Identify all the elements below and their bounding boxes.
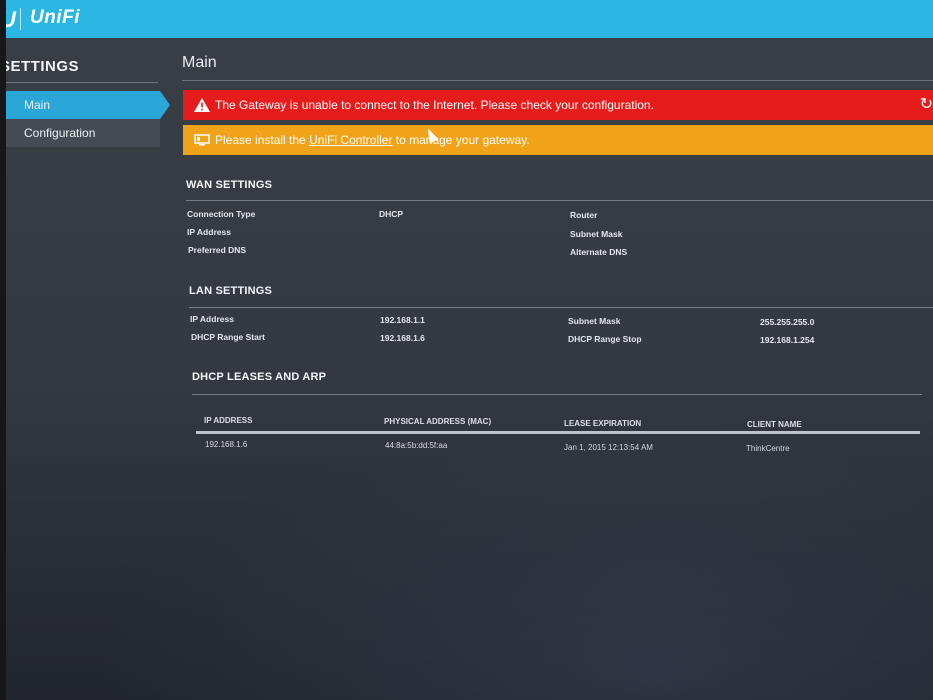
column-header-ip[interactable]: IP ADDRESS	[204, 416, 252, 425]
sidebar-item-label: Configuration	[24, 126, 96, 140]
wan-connection-type-label: Connection Type	[187, 209, 256, 219]
top-bar: U UniFi	[0, 0, 933, 38]
controller-icon	[193, 125, 211, 155]
sidebar-title: SETTINGS	[0, 58, 80, 75]
screen: U UniFi SETTINGS Main Configuration Main…	[0, 0, 933, 700]
page-title: Main	[182, 54, 217, 71]
warning-triangle-icon	[193, 90, 211, 120]
title-divider	[182, 80, 933, 81]
wan-preferred-dns-label: Preferred DNS	[188, 245, 247, 255]
column-header-lease-expiration[interactable]: LEASE EXPIRATION	[564, 419, 641, 428]
table-header-rule	[196, 431, 920, 434]
error-alert-text: The Gateway is unable to connect to the …	[215, 98, 654, 112]
sidebar-item-label: Main	[24, 98, 51, 112]
lan-dhcp-range-start-value: 192.168.1.6	[380, 333, 425, 343]
wan-divider	[186, 200, 933, 201]
main-panel: Main The Gateway is unable to connect to…	[170, 38, 933, 700]
info-alert-text-after: to manage your gateway.	[392, 133, 530, 147]
info-alert-text-before: Please install the	[215, 133, 310, 147]
column-header-mac[interactable]: PHYSICAL ADDRESS (MAC)	[384, 417, 491, 426]
leases-section-title: DHCP LEASES AND ARP	[192, 371, 327, 383]
lan-section-title: LAN SETTINGS	[189, 285, 273, 297]
sidebar-item-main[interactable]: Main	[0, 91, 170, 119]
error-alert: The Gateway is unable to connect to the …	[183, 90, 933, 120]
lan-dhcp-range-stop-value: 192.168.1.254	[760, 335, 815, 345]
monitor-bezel	[0, 0, 6, 700]
lan-ip-value: 192.168.1.1	[380, 315, 425, 325]
wan-section-title: WAN SETTINGS	[186, 179, 273, 191]
info-alert-text: Please install the UniFi Controller to m…	[215, 125, 530, 155]
lan-subnet-label: Subnet Mask	[568, 316, 621, 326]
lan-ip-label: IP Address	[190, 314, 234, 324]
wan-ip-label: IP Address	[187, 227, 231, 237]
wan-alternate-dns-label: Alternate DNS	[570, 247, 628, 257]
column-header-client-name[interactable]: CLIENT NAME	[747, 420, 802, 429]
lease-expiration-cell: Jan 1, 2015 12:13:54 AM	[564, 443, 653, 452]
info-alert: Please install the UniFi Controller to m…	[183, 125, 933, 155]
unifi-controller-link[interactable]: UniFi Controller	[309, 133, 392, 147]
lan-divider	[189, 307, 933, 308]
lan-dhcp-range-start-label: DHCP Range Start	[191, 332, 265, 342]
unifi-logo: UniFi	[30, 7, 80, 28]
wan-connection-type-value: DHCP	[379, 209, 404, 219]
leases-divider	[192, 394, 922, 395]
lan-dhcp-range-stop-label: DHCP Range Stop	[568, 334, 642, 344]
lease-ip-cell: 192.168.1.6	[205, 440, 248, 449]
sidebar-item-configuration[interactable]: Configuration	[0, 119, 160, 147]
wan-subnet-label: Subnet Mask	[570, 229, 623, 239]
logo-divider	[20, 8, 21, 30]
lan-subnet-value: 255.255.255.0	[760, 317, 815, 327]
refresh-icon[interactable]: ↻	[920, 90, 933, 120]
wan-router-label: Router	[570, 210, 598, 220]
lease-mac-cell: 44:8a:5b:dd:5f:aa	[385, 441, 448, 450]
sidebar: SETTINGS Main Configuration	[0, 38, 170, 700]
sidebar-divider	[0, 82, 158, 83]
lease-client-name-cell: ThinkCentre	[746, 444, 790, 453]
